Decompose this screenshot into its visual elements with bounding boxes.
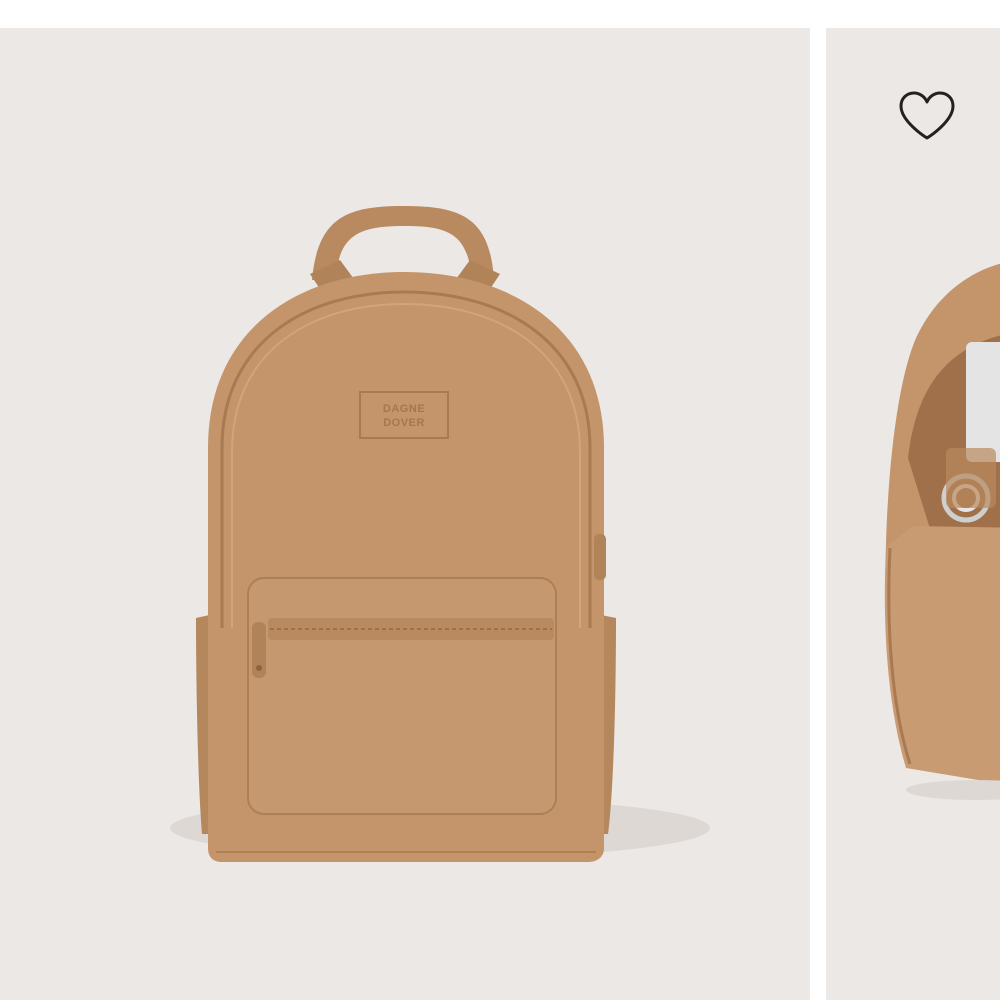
laptop-sleeve-device	[966, 342, 1000, 462]
backpack-open-image	[884, 263, 1000, 800]
front-zip-puller-hole	[256, 665, 262, 671]
product-image-slide-front[interactable]: DAGNE DOVER	[0, 28, 810, 1000]
front-pocket	[247, 577, 557, 815]
backpack-front-image: DAGNE DOVER	[170, 206, 710, 862]
product-gallery-page: DAGNE DOVER	[0, 0, 1000, 1000]
open-floor-shadow	[906, 780, 1000, 800]
brand-patch-line-1: DAGNE	[383, 403, 425, 415]
wishlist-button[interactable]	[894, 86, 960, 146]
main-zip-puller	[594, 534, 606, 580]
brand-patch-line-2: DOVER	[383, 417, 425, 429]
product-image-carousel[interactable]: DAGNE DOVER	[0, 28, 1000, 1000]
product-image-slide-interior[interactable]	[826, 28, 1000, 1000]
heart-outline-icon	[899, 91, 955, 140]
mesh-pocket	[946, 448, 996, 508]
open-front-flap	[884, 526, 1000, 784]
